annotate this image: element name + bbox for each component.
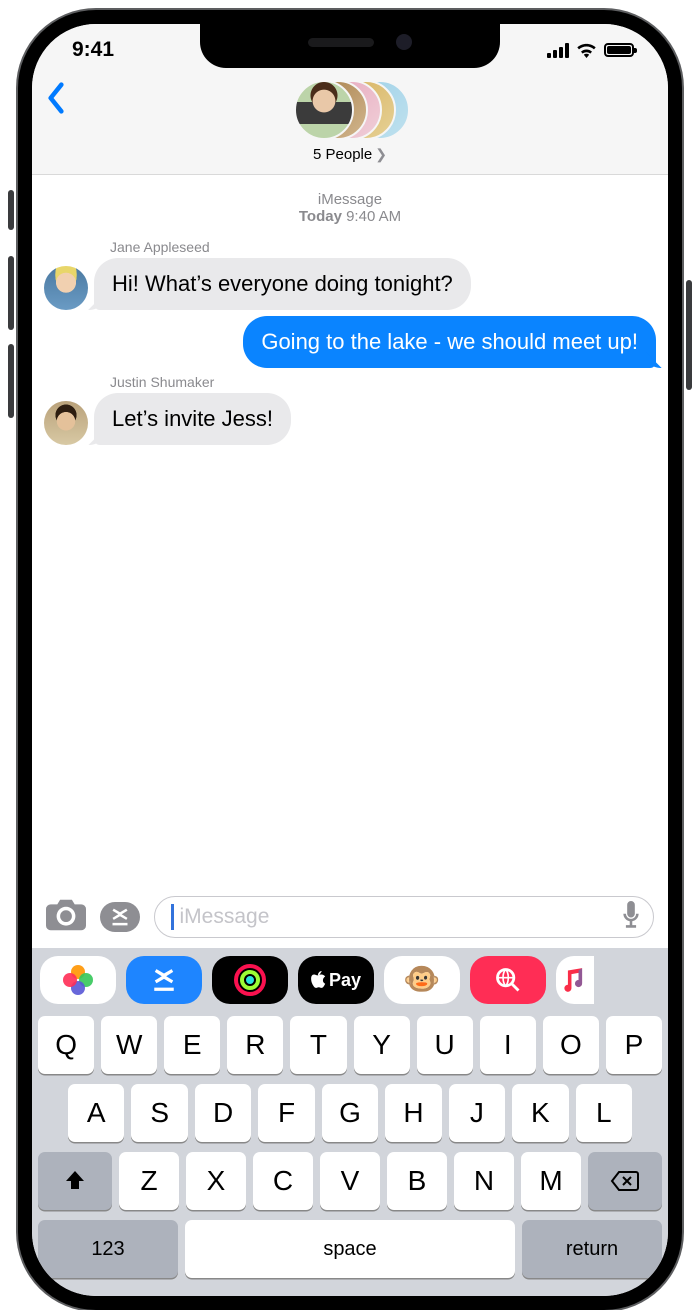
key-p[interactable]: P <box>606 1016 662 1074</box>
text-cursor <box>171 904 174 930</box>
activity-app-icon[interactable] <box>212 956 288 1004</box>
return-key[interactable]: return <box>522 1220 662 1278</box>
conversation-view[interactable]: iMessage Today 9:40 AM Jane Appleseed Hi… <box>32 175 668 888</box>
key-w[interactable]: W <box>101 1016 157 1074</box>
message-type-label: iMessage <box>44 191 656 208</box>
space-key[interactable]: space <box>185 1220 515 1278</box>
message-row-outgoing: Going to the lake - we should meet up! <box>44 316 656 368</box>
timestamp-header: iMessage Today 9:40 AM <box>44 191 656 225</box>
message-row-incoming: Hi! What’s everyone doing tonight? <box>44 258 656 310</box>
key-z[interactable]: Z <box>119 1152 179 1210</box>
group-info-button[interactable]: 5 People ❯ <box>313 146 387 163</box>
key-o[interactable]: O <box>543 1016 599 1074</box>
screen: 9:41 5 <box>32 24 668 1296</box>
key-j[interactable]: J <box>449 1084 505 1142</box>
key-y[interactable]: Y <box>354 1016 410 1074</box>
key-u[interactable]: U <box>417 1016 473 1074</box>
volume-up-button <box>8 256 14 330</box>
sender-name: Jane Appleseed <box>110 239 656 255</box>
compose-bar: iMessage <box>32 888 668 948</box>
key-v[interactable]: V <box>320 1152 380 1210</box>
music-app-icon[interactable] <box>556 956 594 1004</box>
keyboard: QWERTYUIOP ASDFGHJKL ZXCVBNM 123 space r… <box>32 1010 668 1296</box>
ringer-switch <box>8 190 14 230</box>
imessage-apps-strip[interactable]: Pay 🐵 <box>32 948 668 1010</box>
battery-icon <box>604 43 634 57</box>
app-store-icon[interactable] <box>126 956 202 1004</box>
key-e[interactable]: E <box>164 1016 220 1074</box>
message-row-incoming: Let’s invite Jess! <box>44 393 656 445</box>
timestamp-day: Today <box>299 208 342 225</box>
key-i[interactable]: I <box>480 1016 536 1074</box>
avatar[interactable] <box>44 401 88 445</box>
key-h[interactable]: H <box>385 1084 441 1142</box>
input-placeholder: iMessage <box>180 905 270 929</box>
back-button[interactable] <box>46 82 66 118</box>
avatar[interactable] <box>44 266 88 310</box>
key-f[interactable]: F <box>258 1084 314 1142</box>
group-avatars[interactable] <box>280 80 420 140</box>
sender-name: Justin Shumaker <box>110 374 656 390</box>
chevron-right-icon: ❯ <box>375 146 387 163</box>
group-count-label: 5 People <box>313 146 372 163</box>
message-bubble[interactable]: Let’s invite Jess! <box>94 393 291 445</box>
key-s[interactable]: S <box>131 1084 187 1142</box>
key-t[interactable]: T <box>290 1016 346 1074</box>
key-r[interactable]: R <box>227 1016 283 1074</box>
apple-pay-icon[interactable]: Pay <box>298 956 374 1004</box>
chat-header: 5 People ❯ <box>32 76 668 175</box>
status-time: 9:41 <box>72 38 114 62</box>
wifi-icon <box>576 43 597 58</box>
message-input[interactable]: iMessage <box>154 896 654 938</box>
key-q[interactable]: Q <box>38 1016 94 1074</box>
shift-key[interactable] <box>38 1152 112 1210</box>
key-x[interactable]: X <box>186 1152 246 1210</box>
key-d[interactable]: D <box>195 1084 251 1142</box>
message-bubble[interactable]: Going to the lake - we should meet up! <box>243 316 656 368</box>
photos-app-icon[interactable] <box>40 956 116 1004</box>
key-a[interactable]: A <box>68 1084 124 1142</box>
timestamp-time: 9:40 AM <box>346 208 401 225</box>
search-globe-app-icon[interactable] <box>470 956 546 1004</box>
phone-frame: 9:41 5 <box>18 10 682 1310</box>
camera-button[interactable] <box>46 899 86 936</box>
dictation-button[interactable] <box>621 901 641 934</box>
key-m[interactable]: M <box>521 1152 581 1210</box>
key-n[interactable]: N <box>454 1152 514 1210</box>
animoji-app-icon[interactable]: 🐵 <box>384 956 460 1004</box>
notch <box>200 24 500 68</box>
key-b[interactable]: B <box>387 1152 447 1210</box>
numbers-key[interactable]: 123 <box>38 1220 178 1278</box>
key-k[interactable]: K <box>512 1084 568 1142</box>
key-c[interactable]: C <box>253 1152 313 1210</box>
power-button <box>686 280 692 390</box>
volume-down-button <box>8 344 14 418</box>
backspace-key[interactable] <box>588 1152 662 1210</box>
apple-pay-label: Pay <box>329 970 361 991</box>
avatar <box>294 80 354 140</box>
message-bubble[interactable]: Hi! What’s everyone doing tonight? <box>94 258 471 310</box>
app-drawer-button[interactable] <box>100 902 140 932</box>
key-g[interactable]: G <box>322 1084 378 1142</box>
key-l[interactable]: L <box>576 1084 632 1142</box>
cellular-signal-icon <box>547 43 569 58</box>
